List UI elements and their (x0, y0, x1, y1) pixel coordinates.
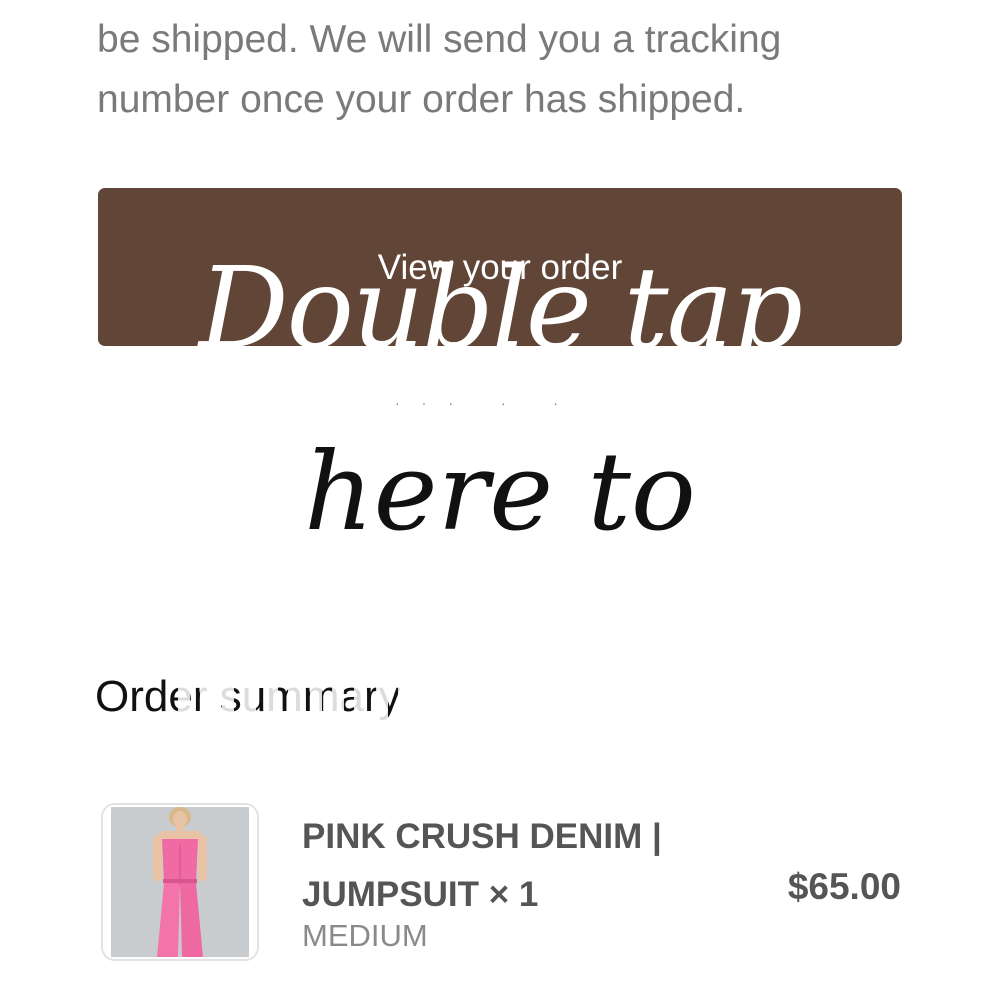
faint-text-fragment: ··· · · (395, 395, 581, 411)
product-price: $65.00 (787, 866, 901, 907)
pink-jumpsuit-photo-icon (103, 805, 257, 959)
overlay-text-line2: here to (304, 430, 696, 555)
product-thumbnail[interactable] (101, 803, 259, 961)
title-glitch-mask (168, 680, 488, 730)
order-confirmation-email: be shipped. We will send you a tracking … (0, 0, 1000, 1000)
product-name: PINK CRUSH DENIM | JUMPSUIT × 1 (302, 808, 742, 924)
overlay-text-line1: Double tap (198, 244, 803, 346)
product-name-text: PINK CRUSH DENIM | JUMPSUIT (302, 817, 662, 914)
view-order-button[interactable]: View your order Double tap (98, 188, 902, 346)
product-quantity: × 1 (488, 875, 539, 914)
shipping-message: be shipped. We will send you a tracking … (97, 18, 782, 121)
product-variant: MEDIUM (302, 918, 428, 953)
